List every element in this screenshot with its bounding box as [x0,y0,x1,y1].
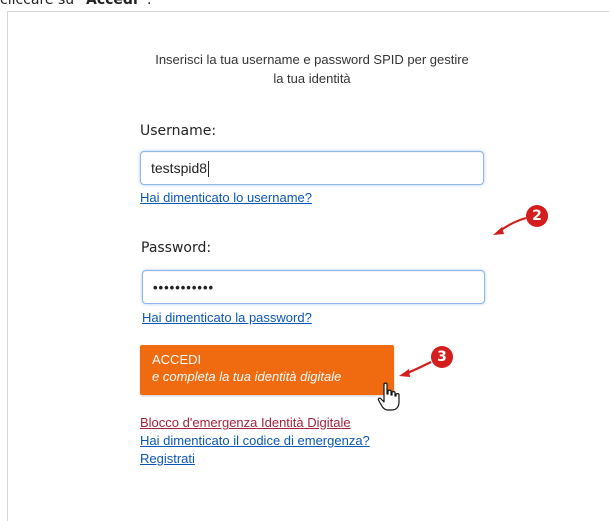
document-text-line: cliccare su “Accedi”. [0,0,609,11]
username-label: Username: [140,123,217,139]
accedi-button-title: ACCEDI [152,352,202,367]
emergency-block-link[interactable]: Blocco d'emergenza Identità Digitale [140,415,351,430]
forgot-emergency-code-link[interactable]: Hai dimenticato il codice di emergenza? [140,433,370,448]
hand-pointer-cursor-icon [377,382,400,411]
text-caret [208,161,210,178]
forgot-password-link[interactable]: Hai dimenticato la password? [142,310,312,325]
password-masked-value: ••••••••••• [153,280,215,295]
accedi-button-subtitle: e completa la tua identità digitale [152,369,342,384]
forgot-username-link[interactable]: Hai dimenticato lo username? [140,190,312,205]
doc-text-suffix: . [146,0,152,8]
login-instructions: Inserisci la tua username e password SPI… [155,52,469,86]
password-label: Password: [141,240,212,256]
register-link[interactable]: Registrati [140,451,195,466]
annotation-marker-3: 3 [431,346,453,368]
password-input[interactable]: ••••••••••• [142,270,485,304]
doc-text-prefix: cliccare su [0,0,79,8]
accedi-button[interactable]: ACCEDI e completa la tua identità digita… [140,345,394,395]
doc-text-bold: “Accedi” [78,0,147,8]
username-input[interactable]: testspid8 [140,151,484,185]
annotation-marker-2: 2 [526,205,548,227]
username-value: testspid8 [151,160,208,176]
